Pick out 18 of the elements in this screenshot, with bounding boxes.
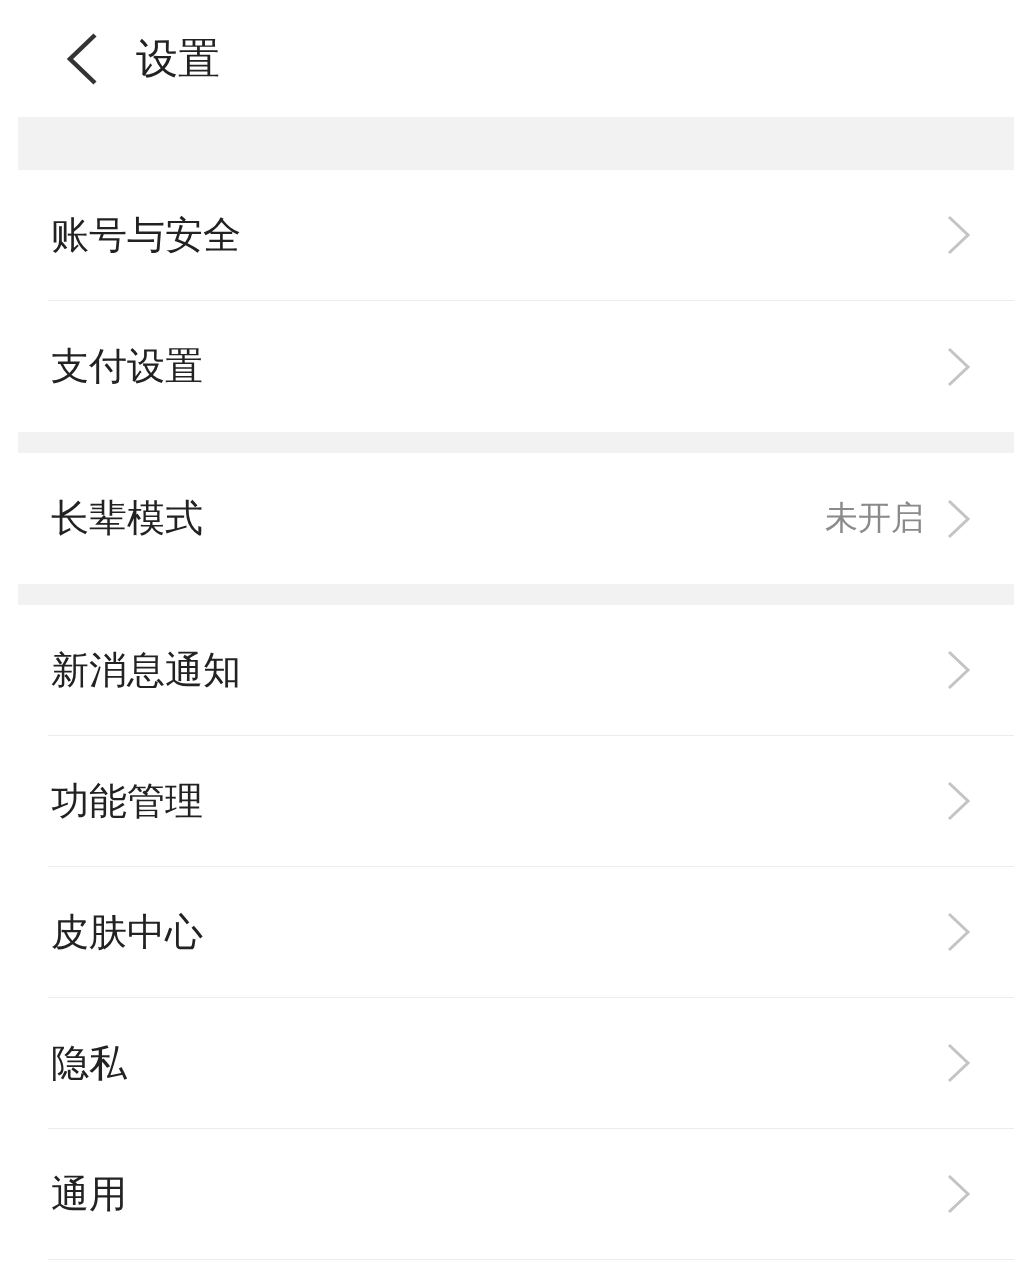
chevron-icon	[946, 215, 972, 255]
chevron-icon	[946, 1043, 972, 1083]
settings-item[interactable]: 长辈模式 未开启	[48, 453, 1014, 584]
settings-item[interactable]: 账号与安全	[48, 170, 1014, 301]
chevron-icon	[946, 781, 972, 821]
settings-item[interactable]: 隐私	[48, 998, 1014, 1129]
chevron-icon	[946, 346, 972, 387]
settings-item[interactable]: 功能管理	[48, 736, 1014, 867]
chevron-icon	[946, 1174, 972, 1214]
settings-item[interactable]: 支付设置	[48, 301, 1014, 432]
settings-item[interactable]: 皮肤中心	[48, 867, 1014, 998]
settings-item[interactable]: 新消息通知	[48, 605, 1014, 736]
chevron-icon	[946, 498, 972, 539]
chevron-icon	[946, 650, 972, 690]
page-title: 设置	[136, 32, 220, 85]
back-icon	[66, 32, 98, 85]
settings-item[interactable]: 通用	[48, 1129, 1014, 1260]
chevron-icon	[946, 912, 972, 952]
